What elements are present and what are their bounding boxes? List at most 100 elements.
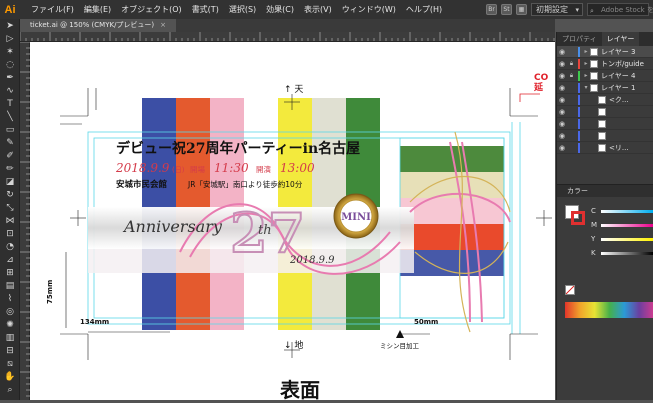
menu-window[interactable]: ウィンドウ(W): [337, 4, 401, 15]
layer-row[interactable]: ◉ <ク...: [557, 94, 653, 106]
layer-thumbnail: [598, 119, 606, 128]
slider-c-track[interactable]: [601, 209, 653, 213]
slice-icon[interactable]: ⧅: [0, 357, 20, 370]
layer-color-swatch: [578, 106, 580, 117]
layer-thumbnail: [590, 83, 598, 92]
rotate-icon[interactable]: ↻: [0, 188, 20, 201]
curvature-icon[interactable]: ∿: [0, 84, 20, 97]
lasso-icon[interactable]: ◌: [0, 58, 20, 71]
perspective-icon[interactable]: ⊿: [0, 253, 20, 266]
bridge-icon[interactable]: Br: [486, 4, 497, 15]
width-icon[interactable]: ⋈: [0, 214, 20, 227]
none-swatch[interactable]: [565, 285, 575, 295]
line-icon[interactable]: ╲: [0, 110, 20, 123]
mesh-icon[interactable]: ⊞: [0, 266, 20, 279]
menu-view[interactable]: 表示(V): [299, 4, 337, 15]
stock-icon[interactable]: St: [501, 4, 512, 15]
close-tab-icon[interactable]: ×: [160, 19, 166, 32]
shaper-icon[interactable]: ✐: [0, 149, 20, 162]
tab-properties[interactable]: プロパティ: [557, 32, 602, 46]
menu-edit[interactable]: 編集(E): [79, 4, 116, 15]
blend-icon[interactable]: ◎: [0, 305, 20, 318]
front-label: 表面: [280, 378, 320, 400]
layer-row[interactable]: ◉ <リ...: [557, 142, 653, 154]
eye-icon[interactable]: ◉: [557, 132, 567, 140]
dim-height: 75mm: [46, 280, 54, 304]
document-tab[interactable]: ticket.ai @ 150% (CMYK/プレビュー) ×: [20, 19, 177, 32]
graph-icon[interactable]: ▥: [0, 331, 20, 344]
layer-row[interactable]: ◉: [557, 118, 653, 130]
pen-icon[interactable]: ✒: [0, 71, 20, 84]
eye-icon[interactable]: ◉: [557, 60, 567, 68]
illustrator-logo: Ai: [4, 3, 16, 16]
eraser-icon[interactable]: ◪: [0, 175, 20, 188]
menu-help[interactable]: ヘルプ(H): [401, 4, 447, 15]
layer-list: ◉ ▸ レイヤー 3 ◉ 🔒︎ ▸ トンボ/guide ◉ 🔒︎ ▸ レイヤー 4 ◉ ▾ レイヤー 1 ◉…: [557, 46, 653, 154]
layer-row[interactable]: ◉ 🔒︎ ▸ トンボ/guide: [557, 58, 653, 70]
slider-c[interactable]: C: [591, 207, 653, 215]
expand-icon[interactable]: ▸: [582, 48, 590, 55]
layer-row[interactable]: ◉ ▸ レイヤー 3: [557, 46, 653, 58]
menu-type[interactable]: 書式(T): [187, 4, 224, 15]
slider-k-track[interactable]: [601, 251, 653, 255]
eye-icon[interactable]: ◉: [557, 144, 567, 152]
eye-icon[interactable]: ◉: [557, 120, 567, 128]
expand-icon[interactable]: ▸: [582, 72, 590, 79]
rectangle-icon[interactable]: ▭: [0, 123, 20, 136]
slider-m-track[interactable]: [601, 223, 653, 227]
pencil-icon[interactable]: ✏: [0, 162, 20, 175]
vertical-ruler[interactable]: [20, 41, 30, 400]
paintbrush-icon[interactable]: ✎: [0, 136, 20, 149]
slider-k[interactable]: K: [591, 249, 653, 257]
horizontal-ruler[interactable]: [20, 32, 555, 42]
layer-row[interactable]: ◉: [557, 130, 653, 142]
canvas[interactable]: MINI 27 th Anniversary 2018.9.9 デビュー祝27周…: [30, 42, 555, 400]
artboard-icon[interactable]: ⊟: [0, 344, 20, 357]
color-ramp[interactable]: [565, 302, 653, 318]
eye-icon[interactable]: ◉: [557, 72, 567, 80]
lock-icon[interactable]: 🔒︎: [567, 72, 576, 80]
stock-search-input[interactable]: ⌕ Adobe Stock を検索: [587, 3, 653, 16]
layer-row[interactable]: ◉ ▾ レイヤー 1: [557, 82, 653, 94]
layer-thumbnail: [590, 71, 598, 80]
direct-selection-icon[interactable]: ▷: [0, 32, 20, 45]
layer-row[interactable]: ◉: [557, 106, 653, 118]
magic-wand-icon[interactable]: ✶: [0, 45, 20, 58]
arrange-icon[interactable]: ▦: [516, 4, 527, 15]
layer-thumbnail: [590, 47, 598, 56]
symbol-sprayer-icon[interactable]: ✺: [0, 318, 20, 331]
expand-icon[interactable]: ▸: [582, 60, 590, 67]
scale-icon[interactable]: ⤡: [0, 201, 20, 214]
eye-icon[interactable]: ◉: [557, 96, 567, 104]
eyedropper-icon[interactable]: ⌇: [0, 292, 20, 305]
slider-m[interactable]: M: [591, 221, 653, 229]
slider-y[interactable]: Y: [591, 235, 653, 243]
workspace-switcher[interactable]: 初期設定: [531, 3, 583, 16]
menu-object[interactable]: オブジェクト(O): [116, 4, 187, 15]
hand-icon[interactable]: ✋: [0, 370, 20, 383]
eye-icon[interactable]: ◉: [557, 108, 567, 116]
shape-builder-icon[interactable]: ◔: [0, 240, 20, 253]
menu-file[interactable]: ファイル(F): [26, 4, 79, 15]
selection-tool-icon[interactable]: ➤: [0, 19, 20, 32]
menu-select[interactable]: 選択(S): [224, 4, 261, 15]
tab-layers[interactable]: レイヤー: [601, 32, 640, 46]
eye-icon[interactable]: ◉: [557, 48, 567, 56]
layer-thumbnail: [598, 143, 606, 152]
zoom-icon[interactable]: ⌕: [0, 383, 20, 396]
menu-bar: Ai ファイル(F) 編集(E) オブジェクト(O) 書式(T) 選択(S) 効…: [0, 0, 653, 19]
free-transform-icon[interactable]: ⊡: [0, 227, 20, 240]
menu-effect[interactable]: 効果(C): [261, 4, 299, 15]
slider-c-label: C: [591, 207, 596, 215]
eye-icon[interactable]: ◉: [557, 84, 567, 92]
artboard[interactable]: MINI 27 th Anniversary 2018.9.9 デビュー祝27周…: [30, 42, 555, 400]
stroke-swatch[interactable]: [571, 211, 585, 225]
slider-y-track[interactable]: [601, 237, 653, 241]
gradient-icon[interactable]: ▤: [0, 279, 20, 292]
anniversary-text: Anniversary: [122, 217, 223, 236]
layer-row[interactable]: ◉ 🔒︎ ▸ レイヤー 4: [557, 70, 653, 82]
lock-icon[interactable]: 🔒︎: [567, 60, 576, 68]
expand-icon[interactable]: ▾: [582, 84, 590, 91]
type-icon[interactable]: T: [0, 97, 20, 110]
red-arrow: [519, 93, 540, 102]
